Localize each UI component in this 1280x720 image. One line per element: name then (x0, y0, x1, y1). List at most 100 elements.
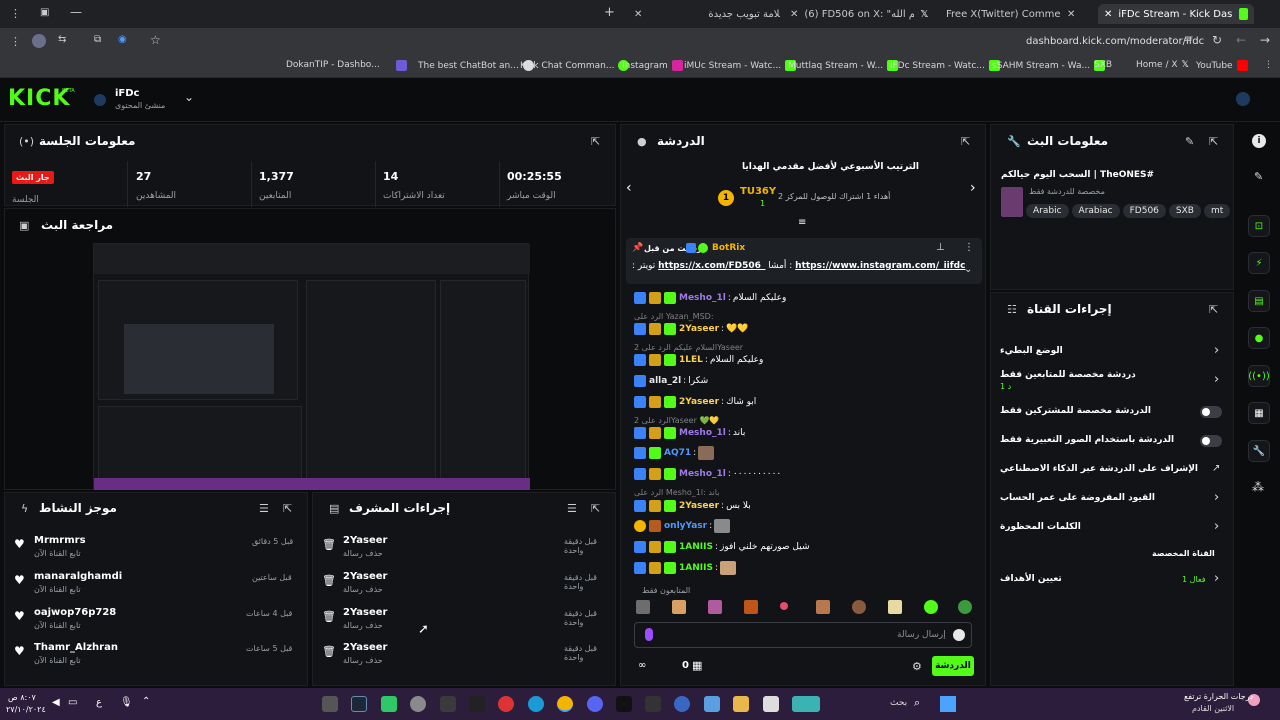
chevron-down-icon[interactable]: ⌄ (964, 264, 972, 275)
bookmark-item[interactable]: The best ChatBot an... (418, 60, 534, 71)
popout-icon[interactable]: ⇱ (591, 502, 600, 515)
more-icon[interactable]: ⋮ (964, 242, 974, 253)
chevron-right-icon[interactable]: › (970, 180, 976, 196)
collapse-icon[interactable]: ≡ (798, 217, 806, 228)
chevron-down-icon[interactable]: ⌄ (184, 90, 194, 104)
tab-new[interactable]: ✕ علامة تبويب جديدة (628, 4, 780, 24)
language-indicator[interactable]: ع (96, 697, 102, 708)
emote-icon[interactable] (744, 600, 758, 614)
edge-icon[interactable] (528, 696, 544, 712)
menu-dots-icon[interactable]: ⋮ (10, 7, 21, 20)
steam-icon[interactable] (351, 696, 367, 712)
emote-icon[interactable] (708, 600, 722, 614)
tag-pill[interactable]: mt (1203, 204, 1231, 218)
taskbar-app-icon[interactable] (704, 696, 720, 712)
chat-message[interactable]: 1ANIIS: شيل صورتهم خلني افوز (634, 540, 974, 554)
search-icon[interactable]: ⌕ (914, 696, 920, 710)
subs-only-toggle[interactable] (1200, 406, 1222, 418)
emote-icon[interactable] (780, 602, 788, 610)
chrome-icon[interactable] (557, 696, 573, 712)
popout-icon[interactable]: ⇱ (1209, 303, 1218, 316)
taskbar-app-icon[interactable] (498, 696, 514, 712)
settings-gear-icon[interactable]: ⚙ (912, 660, 922, 673)
filter-icon[interactable]: ☰ (567, 502, 577, 515)
chat-message[interactable]: 1LEL: وعليكم السلام (634, 353, 974, 367)
user-avatar[interactable] (1236, 92, 1250, 106)
emote-icon[interactable] (852, 600, 866, 614)
url-field[interactable]: dashboard.kick.com/moderator/ifdc (1026, 36, 1204, 47)
channel-action-subs-only[interactable]: الدردشة مخصصة للمشتركين فقط (1000, 404, 1228, 422)
popout-icon[interactable]: ⇱ (1209, 135, 1218, 148)
extension-icon[interactable] (32, 34, 46, 48)
forward-icon[interactable]: ← (1236, 33, 1246, 47)
info-icon[interactable]: i (1252, 134, 1266, 148)
bookmark-item[interactable]: sSAHM Stream - Wa... (992, 60, 1106, 71)
pinned-link[interactable]: https://x.com/FD506_ (658, 261, 765, 271)
taskbar-app-icon[interactable] (469, 696, 485, 712)
taskbar-app-icon[interactable] (645, 696, 661, 712)
bookmark-item[interactable]: Home / X𝕏 (1136, 60, 1189, 70)
bookmark-item[interactable]: iFDc Stream - Watc... (890, 60, 1000, 71)
emote-only-toggle[interactable] (1200, 435, 1222, 447)
tag-pill[interactable]: FD506 (1122, 204, 1166, 218)
discord-icon[interactable] (587, 696, 603, 712)
tag-pill[interactable]: SXB (1168, 204, 1201, 218)
taskbar-app-icon[interactable] (381, 696, 397, 712)
tab-comment-picker[interactable]: Free X(Twitter) Comment Picker ✕ (940, 4, 1092, 24)
pin-toggle-icon[interactable]: ⊥ (936, 242, 945, 253)
emote-icon[interactable] (816, 600, 830, 614)
channel-action-goals[interactable]: تعيين الأهداف فعال 1 › (1000, 571, 1228, 590)
stream-preview-video[interactable] (93, 243, 530, 490)
bookmark-item[interactable]: Instagram (622, 60, 683, 71)
channel-action-account-age[interactable]: القيود المفروضة على عمر الحساب › (1000, 490, 1228, 509)
chat-message[interactable]: Mesho_1l:٠٠٠٠٠٠٠٠٠٠ (634, 467, 974, 481)
extension-icon[interactable]: ⇆ (58, 34, 66, 45)
emote-icon[interactable] (636, 600, 650, 614)
bookmark-item[interactable]: Muttlaq Stream - W... (788, 60, 899, 71)
taskbar-app-icon[interactable] (792, 696, 820, 712)
tool-poll-button[interactable]: ▤ (1248, 290, 1270, 312)
taskbar-app-icon[interactable] (440, 696, 456, 712)
mic-icon[interactable] (645, 628, 653, 641)
taskbar-search[interactable]: بحث (890, 698, 907, 708)
tag-pill[interactable]: Arabiac (1071, 204, 1120, 218)
tab-kick-dashboard[interactable]: ✕ iFDc Stream - Kick Dashboard (1098, 4, 1254, 24)
gift-icon[interactable]: ▦ (692, 659, 702, 672)
popout-icon[interactable]: ⇱ (591, 135, 600, 148)
emote-icon[interactable] (924, 600, 938, 614)
volume-icon[interactable]: ◀ (52, 697, 60, 708)
emote-icon[interactable] (888, 600, 902, 614)
tab-x-post[interactable]: ✕ (6) FD506 on X: "انا حيالكم الله" 𝕏 (784, 4, 936, 24)
filter-icon[interactable]: ☰ (259, 502, 269, 515)
emote-icon[interactable] (958, 600, 972, 614)
menu-dots-icon[interactable]: ⋮ (10, 35, 21, 48)
new-tab-icon[interactable]: + (604, 5, 615, 20)
channel-action-banned-words[interactable]: الكلمات المحظورة › (1000, 519, 1228, 538)
tool-raid-button[interactable]: ⚡ (1248, 252, 1270, 274)
close-icon[interactable]: ✕ (634, 9, 642, 20)
close-icon[interactable]: ✕ (1104, 9, 1112, 20)
bookmark-item[interactable]: YouTube (1196, 60, 1248, 71)
channel-action-ai-moderation[interactable]: الإشراف على الدردشة عبر الذكاء الاصطناعي… (1000, 462, 1228, 480)
chat-input[interactable]: إرسال رسالة (634, 622, 972, 648)
tool-settings-button[interactable]: 🔧 (1248, 440, 1270, 462)
tune-icon[interactable]: ≡ (1184, 34, 1192, 45)
bookmark-star-icon[interactable]: ☆ (150, 33, 161, 47)
extension-icon[interactable]: ◉ (118, 34, 127, 45)
mic-icon[interactable]: 🎙 (120, 697, 133, 708)
bookmark-item[interactable]: iMUc Stream - Watc... (684, 60, 797, 71)
users-icon[interactable]: ∞ (638, 660, 646, 671)
close-icon[interactable]: ✕ (1067, 9, 1075, 20)
emote-icon[interactable] (672, 600, 686, 614)
folder-icon[interactable] (733, 696, 749, 712)
chat-message[interactable]: 2Yaseer: بلا بس (634, 499, 974, 513)
emoji-icon[interactable] (953, 629, 965, 641)
settings-icon[interactable] (410, 696, 426, 712)
taskbar-app-icon[interactable] (616, 696, 632, 712)
chat-message[interactable]: Mesho_1l: باند (634, 426, 974, 440)
chat-message[interactable]: Mesho_1l: وعليكم السلام (634, 291, 974, 305)
reload-icon[interactable]: ↻ (1212, 33, 1222, 47)
chat-message[interactable]: 1ANIIS: (634, 561, 974, 575)
popout-icon[interactable]: ⇱ (283, 502, 292, 515)
chat-message[interactable]: 2Yaseer: ابو شاك (634, 395, 974, 409)
